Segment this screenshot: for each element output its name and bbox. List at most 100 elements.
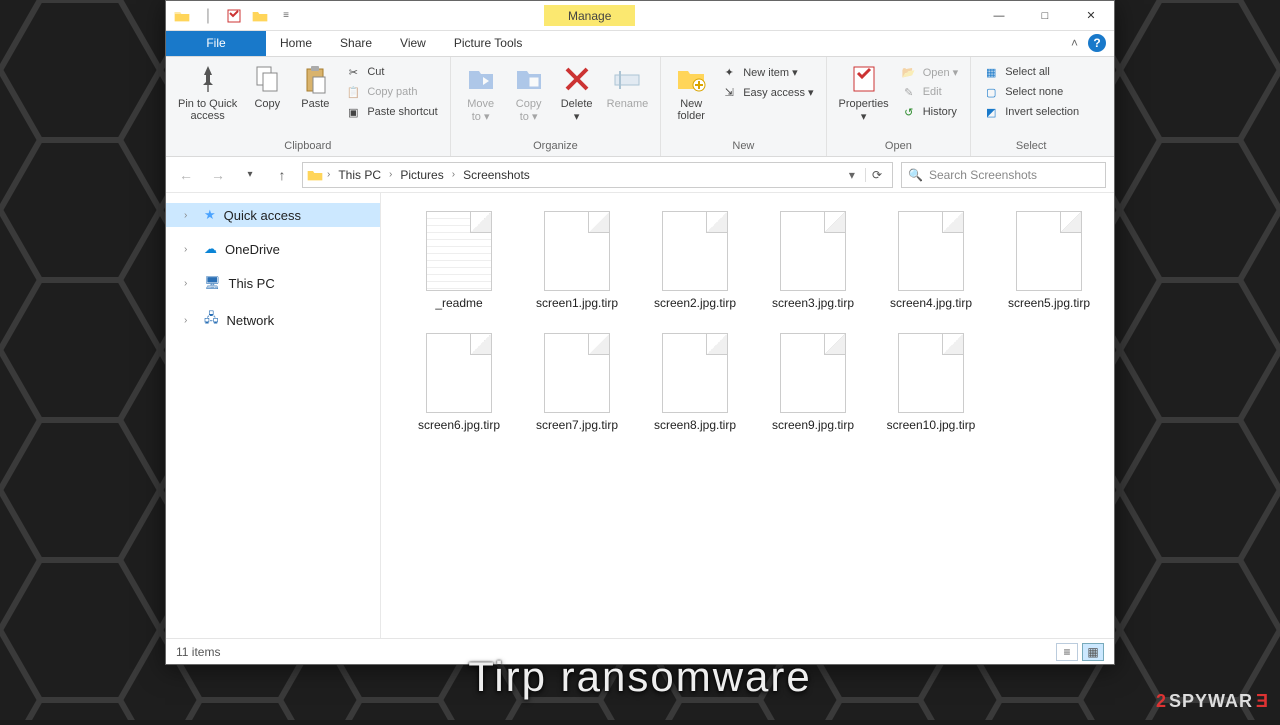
select-none-label: Select none — [1005, 86, 1063, 98]
shortcut-icon: ▣ — [345, 104, 361, 120]
copy-button[interactable]: Copy — [243, 61, 291, 112]
folder-icon — [307, 168, 323, 182]
file-name: screen5.jpg.tirp — [1008, 297, 1090, 311]
tree-quick-access[interactable]: › ★ Quick access — [166, 203, 380, 227]
history-label: History — [923, 106, 957, 118]
breadcrumb[interactable]: › This PC › Pictures › Screenshots ▾ ⟳ — [302, 162, 893, 188]
folder-icon — [170, 5, 194, 27]
group-organize: Move to ▾ Copy to ▾ Delete ▾ Rename Orga… — [451, 57, 662, 156]
chevron-right-icon: › — [327, 169, 330, 180]
file-name: screen10.jpg.tirp — [887, 419, 976, 433]
edit-button[interactable]: ✎Edit — [899, 83, 961, 101]
search-placeholder: Search Screenshots — [929, 168, 1037, 182]
breadcrumb-pictures[interactable]: Pictures — [396, 168, 447, 182]
titlebar: | ≡ Manage — □ ✕ — [166, 1, 1114, 31]
group-label-organize: Organize — [457, 140, 655, 154]
invert-selection-button[interactable]: ◩Invert selection — [981, 103, 1081, 121]
recent-locations-button[interactable]: ▾ — [238, 163, 262, 187]
collapse-ribbon-icon[interactable]: ˄ — [1063, 31, 1086, 56]
file-item[interactable]: _readme — [409, 211, 509, 311]
close-button[interactable]: ✕ — [1068, 1, 1114, 31]
back-button[interactable]: ← — [174, 163, 198, 187]
paste-shortcut-label: Paste shortcut — [367, 106, 437, 118]
pin-to-quick-access-button[interactable]: Pin to Quick access — [172, 61, 243, 124]
watermark-2: 2 — [1156, 691, 1167, 712]
minimize-button[interactable]: — — [976, 1, 1022, 31]
tree-this-pc[interactable]: › 🖥 This PC — [166, 271, 380, 295]
group-open: Properties ▾ 📂Open ▾ ✎Edit ↺History Open — [827, 57, 972, 156]
group-new: New folder ✦New item ▾ ⇲Easy access ▾ Ne… — [661, 57, 826, 156]
easy-access-button[interactable]: ⇲Easy access ▾ — [719, 83, 815, 101]
file-thumb — [426, 333, 492, 413]
file-item[interactable]: screen4.jpg.tirp — [881, 211, 981, 311]
tab-picture-tools[interactable]: Picture Tools — [440, 31, 536, 56]
file-name: screen1.jpg.tirp — [536, 297, 618, 311]
file-item[interactable]: screen5.jpg.tirp — [999, 211, 1099, 311]
select-none-button[interactable]: ▢ Select none — [981, 83, 1081, 101]
select-none-icon: ▢ — [983, 84, 999, 100]
refresh-button[interactable]: ⟳ — [865, 168, 888, 182]
file-item[interactable]: screen6.jpg.tirp — [409, 333, 509, 433]
group-label-clipboard: Clipboard — [172, 140, 444, 154]
qat-customize-icon[interactable]: ≡ — [274, 5, 298, 27]
copy-to-button[interactable]: Copy to ▾ — [505, 61, 553, 125]
forward-button[interactable]: → — [206, 163, 230, 187]
file-item[interactable]: screen8.jpg.tirp — [645, 333, 745, 433]
tab-view[interactable]: View — [386, 31, 440, 56]
rename-button[interactable]: Rename — [601, 61, 655, 112]
file-item[interactable]: screen1.jpg.tirp — [527, 211, 627, 311]
properties-button[interactable]: Properties ▾ — [833, 61, 895, 125]
file-thumb — [1016, 211, 1082, 291]
group-select: ▦Select all ▢ Select none ◩Invert selecti… — [971, 57, 1091, 156]
breadcrumb-thispc[interactable]: This PC — [334, 168, 385, 182]
breadcrumb-screenshots[interactable]: Screenshots — [459, 168, 534, 182]
group-clipboard: Pin to Quick access Copy Paste ✂Cut 📋Cop… — [166, 57, 451, 156]
chevron-right-icon: › — [184, 315, 196, 326]
file-name: screen7.jpg.tirp — [536, 419, 618, 433]
new-folder-button[interactable]: New folder — [667, 61, 715, 124]
copy-path-label: Copy path — [367, 86, 417, 98]
delete-button[interactable]: Delete ▾ — [553, 61, 601, 125]
history-button[interactable]: ↺History — [899, 103, 961, 121]
file-thumb — [898, 333, 964, 413]
select-all-button[interactable]: ▦Select all — [981, 63, 1081, 81]
tab-home[interactable]: Home — [266, 31, 326, 56]
contextual-tab-manage[interactable]: Manage — [544, 5, 635, 26]
search-icon: 🔍 — [908, 168, 923, 182]
copy-path-button[interactable]: 📋Copy path — [343, 83, 439, 101]
qat-newfolder-icon[interactable] — [248, 5, 272, 27]
file-name: screen8.jpg.tirp — [654, 419, 736, 433]
file-item[interactable]: screen2.jpg.tirp — [645, 211, 745, 311]
copy-label: Copy — [254, 98, 280, 110]
help-icon[interactable]: ? — [1088, 34, 1106, 52]
qat-properties-icon[interactable] — [222, 5, 246, 27]
paste-shortcut-button[interactable]: ▣ Paste shortcut — [343, 103, 439, 121]
maximize-button[interactable]: □ — [1022, 1, 1068, 31]
cut-button[interactable]: ✂Cut — [343, 63, 439, 81]
paste-button[interactable]: Paste — [291, 61, 339, 112]
address-dropdown-icon[interactable]: ▾ — [843, 168, 861, 182]
ribbon: Pin to Quick access Copy Paste ✂Cut 📋Cop… — [166, 57, 1114, 157]
file-thumb — [544, 333, 610, 413]
up-button[interactable]: ↑ — [270, 163, 294, 187]
explorer-window: | ≡ Manage — □ ✕ File Home Share View Pi… — [165, 0, 1115, 665]
tab-file[interactable]: File — [166, 31, 266, 56]
tree-onedrive[interactable]: › ☁ OneDrive — [166, 237, 380, 261]
nav-tree[interactable]: › ★ Quick access › ☁ OneDrive › 🖥 This P… — [166, 193, 381, 638]
qat-divider: | — [196, 5, 220, 27]
file-item[interactable]: screen3.jpg.tirp — [763, 211, 863, 311]
file-item[interactable]: screen7.jpg.tirp — [527, 333, 627, 433]
new-item-button[interactable]: ✦New item ▾ — [719, 63, 815, 81]
files-view[interactable]: _readmescreen1.jpg.tirpscreen2.jpg.tirps… — [381, 193, 1114, 638]
new-item-label: New item ▾ — [743, 66, 797, 79]
open-button[interactable]: 📂Open ▾ — [899, 63, 961, 81]
search-input[interactable]: 🔍 Search Screenshots — [901, 162, 1106, 188]
file-item[interactable]: screen9.jpg.tirp — [763, 333, 863, 433]
group-label-open: Open — [833, 140, 965, 154]
file-item[interactable]: screen10.jpg.tirp — [881, 333, 981, 433]
file-thumb — [780, 211, 846, 291]
tab-share[interactable]: Share — [326, 31, 386, 56]
edit-icon: ✎ — [901, 84, 917, 100]
move-to-button[interactable]: Move to ▾ — [457, 61, 505, 125]
tree-network[interactable]: › 🖧 Network — [166, 305, 380, 335]
